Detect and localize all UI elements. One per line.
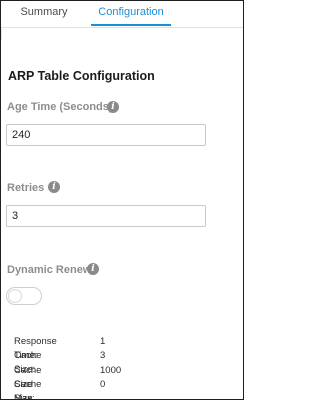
panel-edge-divider bbox=[1, 28, 2, 40]
panel-frame: Summary Configuration ARP Table Configur… bbox=[0, 0, 244, 400]
stat-value: 1000 bbox=[100, 364, 122, 376]
info-icon[interactable]: i bbox=[48, 181, 60, 193]
dynamic-renew-toggle[interactable] bbox=[6, 287, 42, 305]
dynamic-renew-label: Dynamic Renew bbox=[7, 264, 92, 276]
age-time-label: Age Time (Seconds) bbox=[7, 101, 113, 113]
active-tab-indicator bbox=[91, 24, 171, 26]
retries-label: Retries bbox=[7, 182, 45, 194]
stat-value: 0 bbox=[100, 378, 106, 390]
info-icon[interactable]: i bbox=[107, 101, 119, 113]
tab-bar: Summary Configuration bbox=[1, 1, 243, 29]
retries-input[interactable] bbox=[6, 205, 206, 227]
age-time-input[interactable] bbox=[6, 124, 206, 146]
stat-value: 3 bbox=[100, 350, 106, 362]
tab-divider bbox=[1, 27, 243, 28]
stat-value: 1 bbox=[100, 336, 106, 347]
section-title: ARP Table Configuration bbox=[8, 69, 155, 83]
stat-label: Cache Size Min: bbox=[14, 378, 42, 400]
tab-summary[interactable]: Summary bbox=[1, 1, 87, 27]
toggle-knob bbox=[8, 289, 22, 303]
info-icon[interactable]: i bbox=[87, 263, 99, 275]
